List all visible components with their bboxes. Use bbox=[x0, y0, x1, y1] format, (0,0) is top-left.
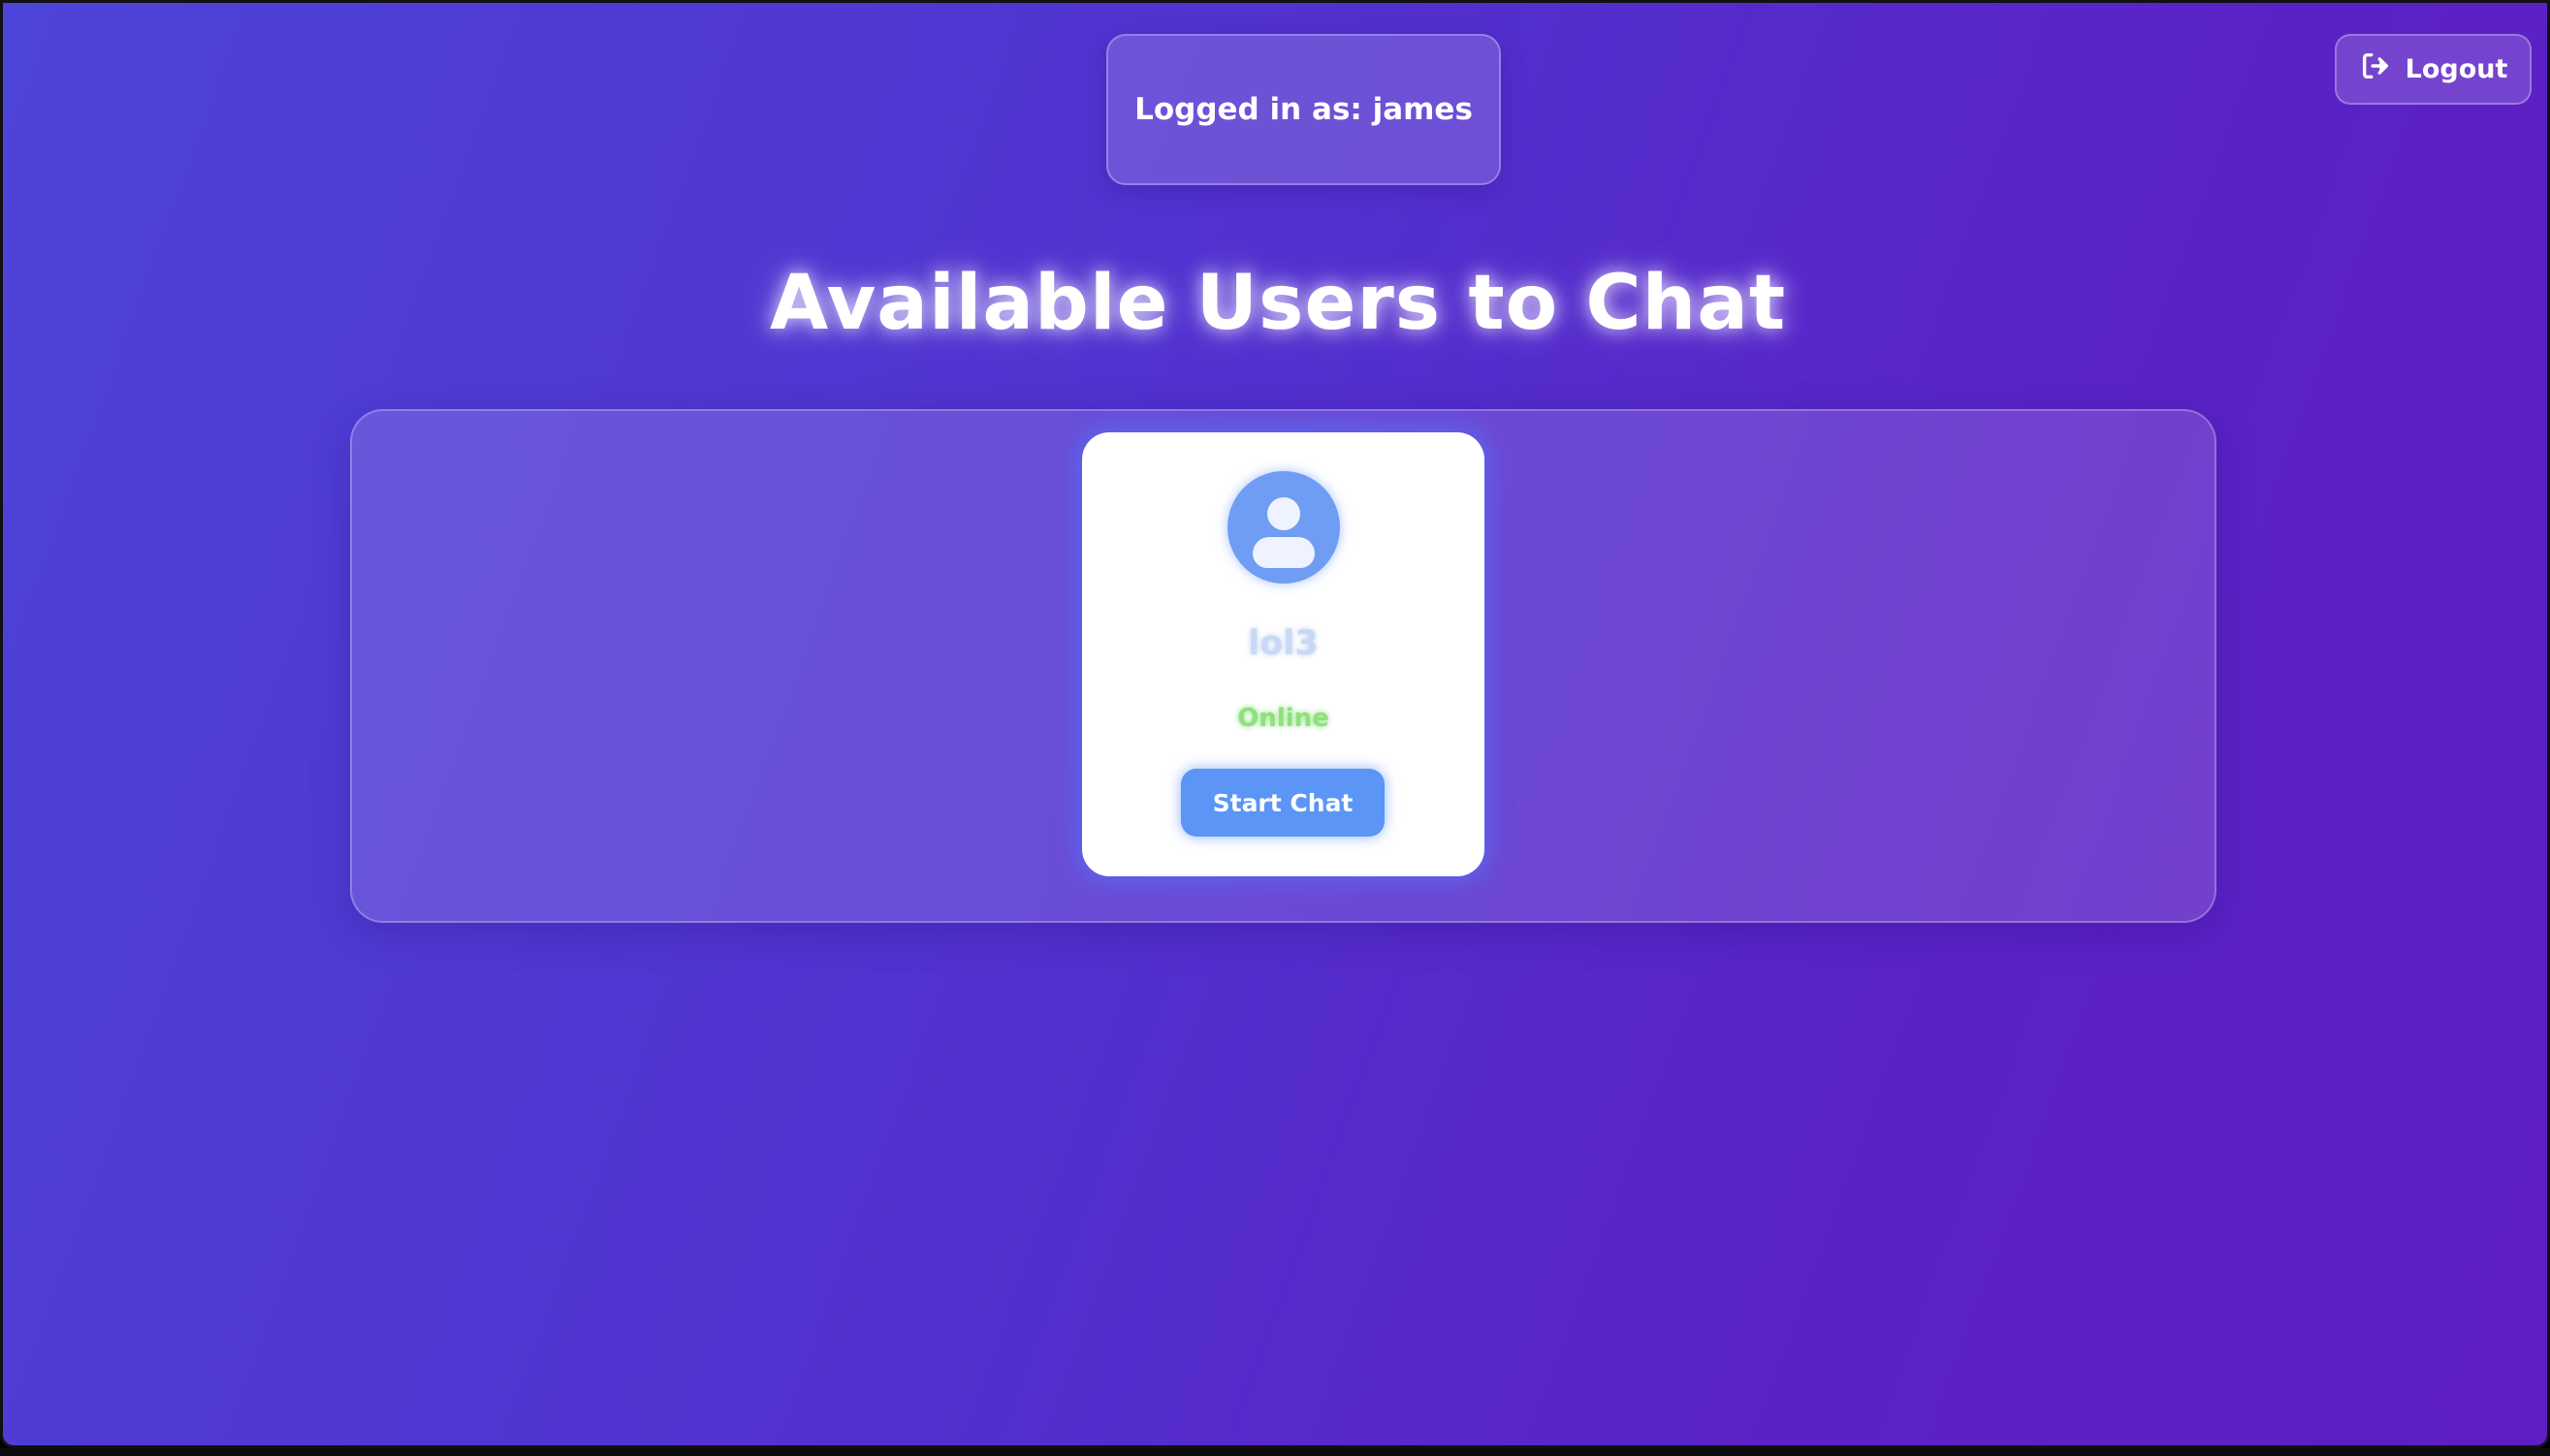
logout-button[interactable]: Logout bbox=[2335, 34, 2532, 105]
logout-label: Logout bbox=[2405, 54, 2508, 84]
user-name: lol3 bbox=[1248, 624, 1319, 663]
window-bottom-edge bbox=[0, 1448, 2550, 1456]
start-chat-button[interactable]: Start Chat bbox=[1181, 769, 1385, 837]
logout-icon bbox=[2359, 49, 2392, 89]
page-title: Available Users to Chat bbox=[769, 260, 1787, 347]
logged-in-text: Logged in as: james bbox=[1134, 92, 1473, 127]
user-avatar-icon bbox=[1227, 471, 1340, 584]
user-card: lol3 Online Start Chat bbox=[1082, 432, 1484, 876]
user-status: Online bbox=[1237, 704, 1329, 733]
logged-in-badge: Logged in as: james bbox=[1106, 34, 1501, 185]
chat-lobby-page: Logged in as: james Logout Available Use… bbox=[0, 0, 2550, 1448]
start-chat-label: Start Chat bbox=[1212, 788, 1354, 817]
